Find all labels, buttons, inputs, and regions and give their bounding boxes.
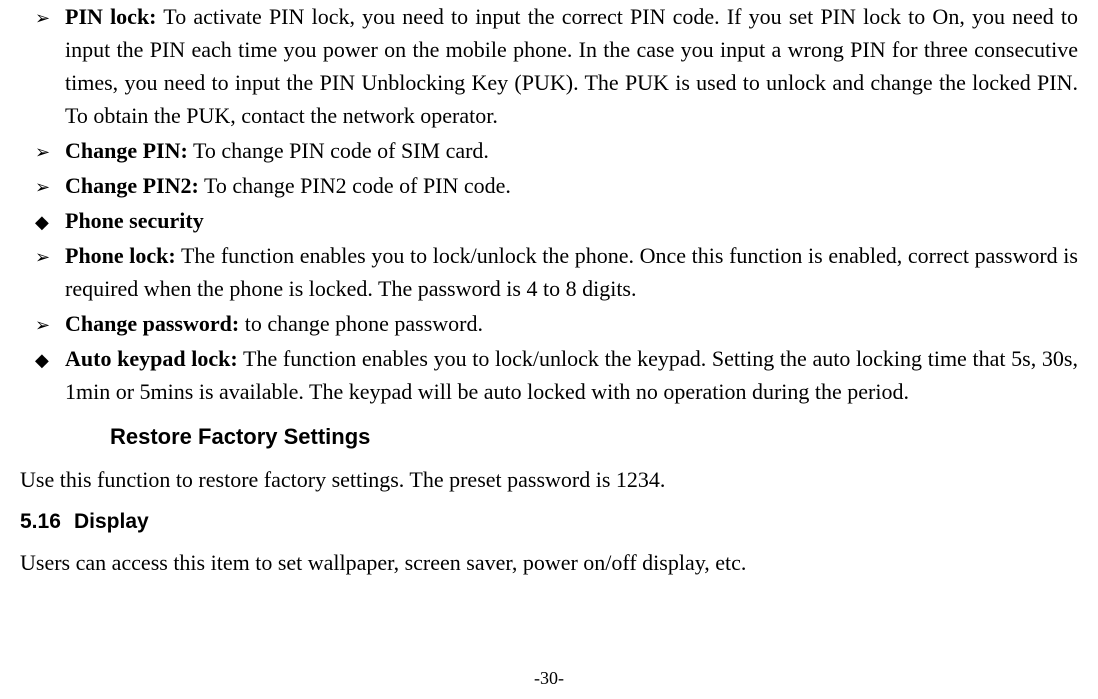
diamond-bullet-icon (20, 342, 65, 408)
bullet-auto-keypad-lock: Auto keypad lock: The function enables y… (20, 342, 1078, 408)
bullet-term: Change PIN: (65, 138, 188, 163)
arrow-bullet-icon (20, 239, 65, 305)
paragraph-display: Users can access this item to set wallpa… (20, 546, 1078, 579)
bullet-change-pin: Change PIN: To change PIN code of SIM ca… (20, 134, 1078, 167)
diamond-bullet-icon (20, 204, 65, 237)
bullet-change-pin2: Change PIN2: To change PIN2 code of PIN … (20, 169, 1078, 202)
bullet-term: Phone security (65, 208, 204, 233)
arrow-bullet-icon (20, 169, 65, 202)
bullet-term: Change PIN2: (65, 173, 199, 198)
bullet-term: PIN lock: (65, 4, 157, 29)
bullet-body: To activate PIN lock, you need to input … (65, 4, 1078, 128)
heading-restore-factory: Restore Factory Settings (110, 420, 1078, 453)
bullet-phone-lock: Phone lock: The function enables you to … (20, 239, 1078, 305)
page-number: -30- (0, 668, 1098, 689)
page-content: PIN lock: To activate PIN lock, you need… (20, 0, 1078, 579)
bullet-pin-lock: PIN lock: To activate PIN lock, you need… (20, 0, 1078, 132)
bullet-body: to change phone password. (239, 311, 483, 336)
section-title: Display (74, 510, 149, 533)
paragraph-restore: Use this function to restore factory set… (20, 463, 1078, 496)
bullet-term: Change password: (65, 311, 239, 336)
heading-display: 5.16Display (20, 506, 1078, 538)
arrow-bullet-icon (20, 307, 65, 340)
bullet-body: The function enables you to lock/unlock … (65, 243, 1078, 301)
section-number: 5.16 (20, 506, 74, 538)
bullet-body: To change PIN2 code of PIN code. (199, 173, 511, 198)
bullet-term: Auto keypad lock: (65, 346, 238, 371)
bullet-phone-security: Phone security (20, 204, 1078, 237)
bullet-body: To change PIN code of SIM card. (188, 138, 489, 163)
arrow-bullet-icon (20, 134, 65, 167)
bullet-term: Phone lock: (65, 243, 176, 268)
bullet-change-password: Change password: to change phone passwor… (20, 307, 1078, 340)
arrow-bullet-icon (20, 0, 65, 132)
